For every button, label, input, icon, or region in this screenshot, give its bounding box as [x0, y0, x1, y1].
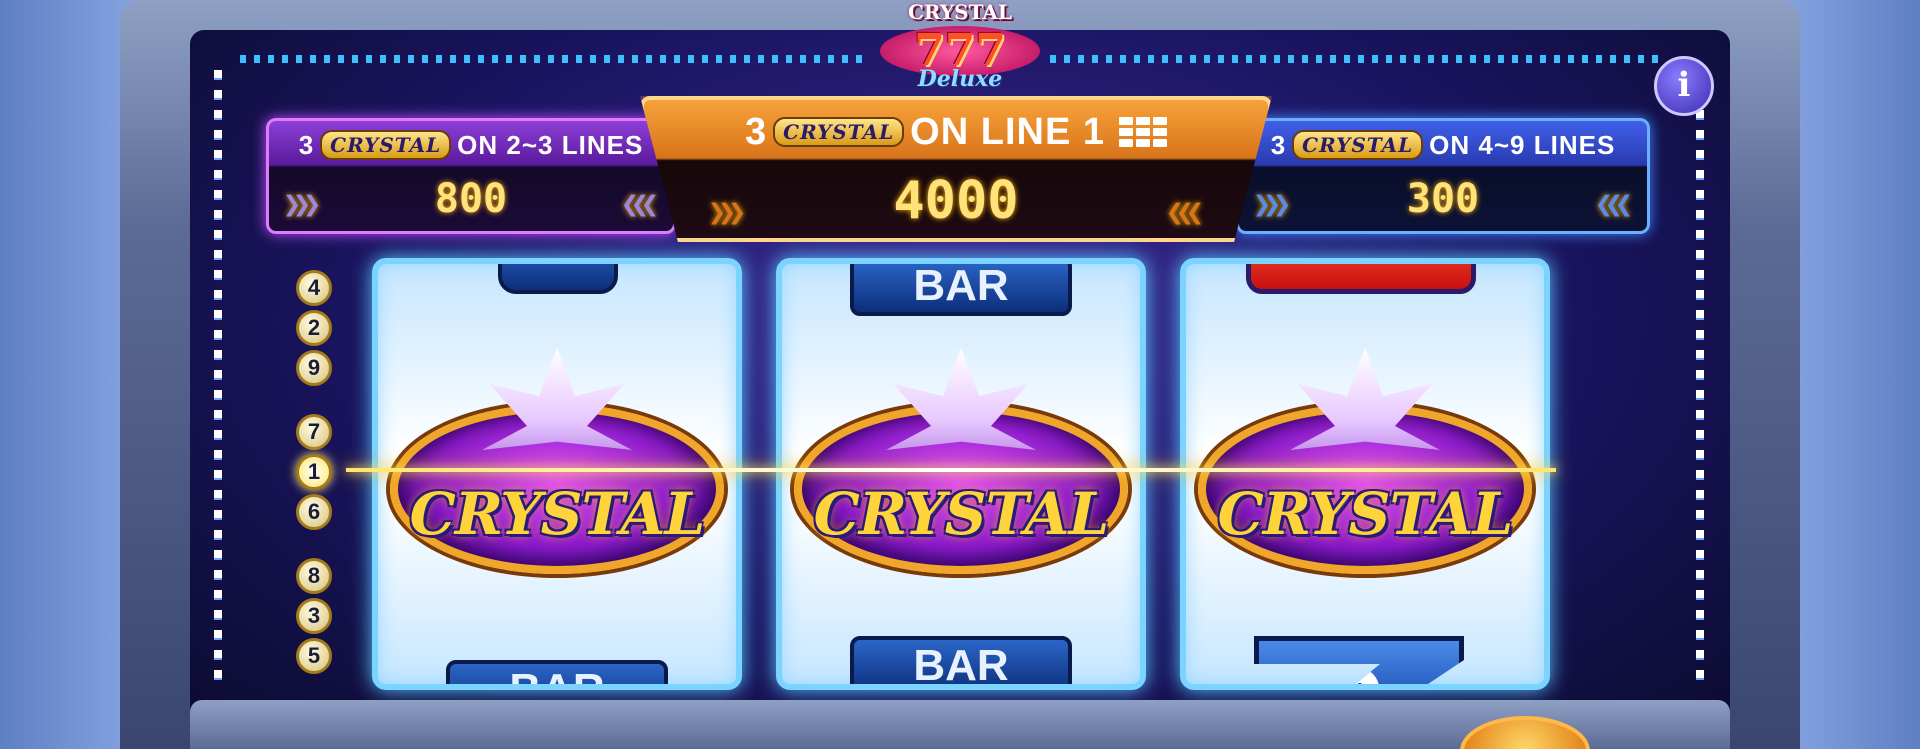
line-number: 7 [296, 414, 332, 450]
paytable-left-text: ON 2~3 LINES [457, 129, 644, 160]
reel-3: CRYSTAL 2x [1180, 258, 1550, 690]
marquee-lights-left [240, 55, 870, 63]
paytable-right-amount: 300 [1406, 176, 1480, 222]
paytable-center: 3 CRYSTAL ON LINE 1 ❯❯❯ 4000 ❮❮❮ [640, 96, 1272, 242]
paytable-left: 3 CRYSTAL ON 2~3 LINES ❯❯❯ 800 ❮❮❮ [266, 118, 676, 234]
paytable-right-text: ON 4~9 LINES [1429, 129, 1616, 160]
winning-payline [346, 468, 1556, 472]
chevron-right-icon: ❯❯❯ [1253, 187, 1291, 222]
crystal-symbol-chip: CRYSTAL [1292, 130, 1424, 160]
crystal-symbol-chip: CRYSTAL [320, 130, 452, 160]
marquee-lights-right [1050, 55, 1660, 63]
paytable-center-amount: 4000 [893, 171, 1019, 231]
side-lights-right [1696, 70, 1704, 690]
crystal-symbol: CRYSTAL [384, 348, 730, 574]
line-number: 5 [296, 638, 332, 674]
game-logo: CRYSTAL 777 Deluxe [870, 0, 1050, 108]
bar-symbol: BAR [850, 264, 1072, 316]
line-number: 2 [296, 310, 332, 346]
multiplier-badge: 2x [1321, 665, 1379, 684]
bar-symbol: BAR [850, 636, 1072, 684]
side-lights-left [214, 70, 222, 690]
chevron-right-icon: ❯❯❯ [708, 195, 746, 230]
logo-deluxe-text: Deluxe [917, 66, 1003, 92]
bar-symbol: BAR [446, 660, 668, 684]
line-number: 8 [296, 558, 332, 594]
chevron-right-icon: ❯❯❯ [283, 187, 321, 222]
info-button[interactable]: i [1654, 56, 1714, 116]
blue-seven-2x-symbol: 2x [1254, 636, 1464, 684]
line-number: 6 [296, 494, 332, 530]
paytable-right: 3 CRYSTAL ON 4~9 LINES ❯❯❯ 300 ❮❮❮ [1236, 118, 1650, 234]
logo-crystal-text: CRYSTAL [907, 0, 1012, 24]
paytable-center-text: ON LINE 1 [910, 110, 1105, 153]
paytable-right-prefix: 3 [1270, 129, 1287, 160]
paylines-grid-icon [1118, 117, 1167, 147]
chevron-left-icon: ❮❮❮ [1165, 195, 1204, 230]
paytable-left-amount: 800 [434, 176, 508, 222]
crystal-symbol-chip: CRYSTAL [773, 117, 905, 147]
chevron-left-icon: ❮❮❮ [620, 187, 659, 222]
chevron-left-icon: ❮❮❮ [1594, 187, 1633, 222]
line-number: 4 [296, 270, 332, 306]
line-number-active: 1 [296, 454, 332, 490]
paytable-center-prefix: 3 [745, 110, 768, 153]
info-icon: i [1677, 65, 1691, 105]
line-number: 3 [296, 598, 332, 634]
crystal-symbol: CRYSTAL [788, 348, 1134, 574]
reel-2: BAR CRYSTAL BAR [776, 258, 1146, 690]
blue-bar-symbol [498, 264, 618, 294]
line-number: 9 [296, 350, 332, 386]
crystal-symbol: CRYSTAL [1192, 348, 1538, 574]
paytable-left-prefix: 3 [298, 129, 315, 160]
reel-1: CRYSTAL BAR [372, 258, 742, 690]
red-seven-symbol [1246, 264, 1476, 294]
